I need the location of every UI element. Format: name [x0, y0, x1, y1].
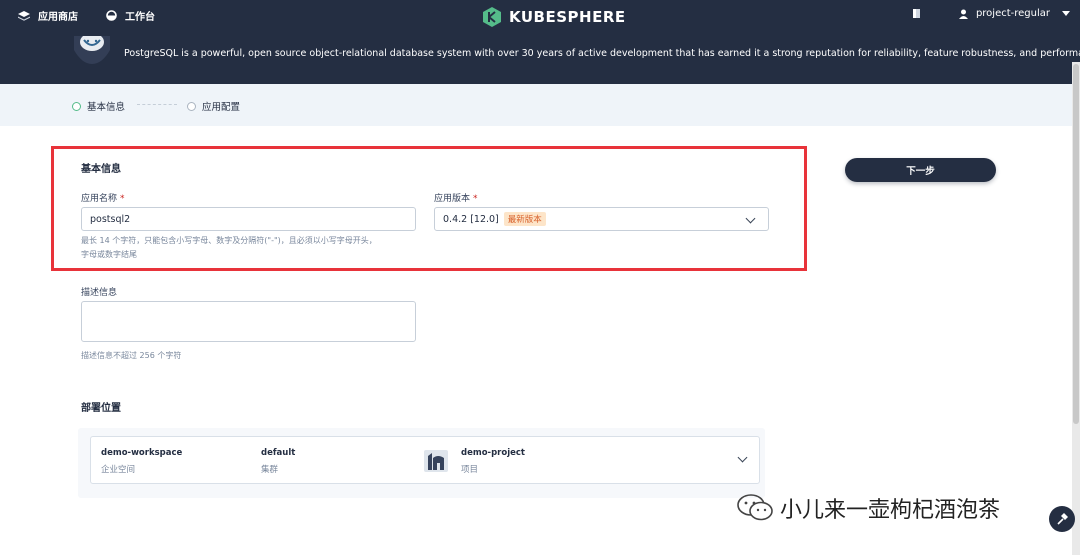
wechat-icon	[737, 494, 773, 521]
app-version-label-text: 应用版本	[434, 194, 471, 204]
app-name-label-text: 应用名称	[81, 194, 118, 204]
page-scrollbar[interactable]	[1072, 62, 1080, 555]
step-inactive-dot	[187, 101, 196, 111]
hammer-tool-button[interactable]	[1049, 506, 1075, 532]
postgresql-app-icon	[74, 36, 110, 64]
description-textarea[interactable]	[81, 301, 416, 342]
top-nav-left: 应用商店 工作台	[18, 8, 155, 23]
app-version-value: 0.4.2 [12.0]	[443, 213, 499, 225]
top-nav-right: project-regular	[912, 8, 1070, 19]
cluster-column: default 集群	[261, 448, 295, 475]
app-store-link[interactable]: 应用商店	[18, 8, 78, 23]
description-label: 描述信息	[81, 288, 118, 298]
step-label: 应用配置	[202, 102, 241, 113]
app-name-hint: 最长 14 个字符，只能包含小写字母、数字及分隔符("-")，且必须以小写字母开…	[81, 234, 421, 262]
app-description: PostgreSQL is a powerful, open source ob…	[124, 48, 1080, 59]
chevron-down-icon	[745, 213, 756, 224]
workspace-sub: 企业空间	[101, 465, 136, 475]
next-button[interactable]: 下一步	[845, 158, 996, 182]
workspace-value: demo-workspace	[101, 448, 183, 458]
workbench-link[interactable]: 工作台	[106, 8, 155, 23]
app-version-select[interactable]: 0.4.2 [12.0] 最新版本	[434, 207, 769, 231]
app-name-hint-line1: 最长 14 个字符，只能包含小写字母、数字及分隔符("-")，且必须以小写字母开…	[81, 236, 377, 245]
app-version-label: 应用版本 *	[434, 191, 478, 204]
app-name-input[interactable]: postsql2	[81, 207, 416, 231]
chevron-down-icon	[737, 452, 748, 463]
logo-text: KUBESPHERE	[509, 8, 626, 26]
kubesphere-logo-icon	[483, 7, 501, 27]
app-name-value: postsql2	[90, 213, 131, 225]
step-bar: 基本信息 应用配置	[0, 84, 1072, 126]
user-menu[interactable]: project-regular	[958, 8, 1070, 19]
app-name-label: 应用名称 *	[81, 191, 125, 204]
step-label: 基本信息	[87, 102, 126, 113]
project-column: demo-project 项目	[461, 448, 525, 475]
required-mark: *	[120, 194, 125, 204]
cluster-sub: 集群	[261, 465, 279, 475]
workbench-icon	[106, 10, 117, 21]
latest-version-badge: 最新版本	[503, 212, 546, 226]
app-store-label: 应用商店	[38, 12, 78, 23]
deploy-location-title: 部署位置	[81, 403, 121, 414]
description-hint: 描述信息不超过 256 个字符	[81, 351, 182, 360]
watermark-text: 小儿来一壶枸杞酒泡茶	[780, 498, 1001, 523]
project-icon	[424, 450, 448, 472]
caret-down-icon	[1062, 11, 1070, 16]
username: project-regular	[975, 8, 1050, 19]
user-icon	[958, 9, 968, 19]
cluster-value: default	[261, 448, 296, 458]
step-basic-info[interactable]: 基本信息	[72, 99, 125, 113]
app-store-icon	[18, 10, 30, 21]
app-name-hint-line2: 字母或数字结尾	[81, 250, 137, 259]
scrollbar-thumb[interactable]	[1073, 64, 1079, 424]
project-sub: 项目	[461, 465, 479, 475]
top-header: 应用商店 工作台 KUBESPHERE project-regular Post…	[0, 0, 1080, 84]
hammer-icon	[1057, 513, 1068, 525]
notification-icon[interactable]	[912, 9, 921, 18]
project-value: demo-project	[461, 448, 525, 458]
step-divider	[137, 104, 177, 105]
deploy-location-selector[interactable]: demo-workspace 企业空间 default 集群 demo-proj…	[90, 436, 760, 484]
step-active-dot	[72, 101, 81, 111]
watermark: 小儿来一壶枸杞酒泡茶	[736, 492, 1000, 524]
step-app-config[interactable]: 应用配置	[187, 99, 240, 113]
required-mark: *	[473, 194, 478, 204]
basic-info-title: 基本信息	[81, 164, 121, 175]
workspace-column: demo-workspace 企业空间	[101, 448, 182, 475]
kubesphere-logo[interactable]: KUBESPHERE	[481, 6, 626, 28]
workbench-label: 工作台	[125, 12, 155, 23]
deploy-location-panel: demo-workspace 企业空间 default 集群 demo-proj…	[78, 428, 765, 498]
